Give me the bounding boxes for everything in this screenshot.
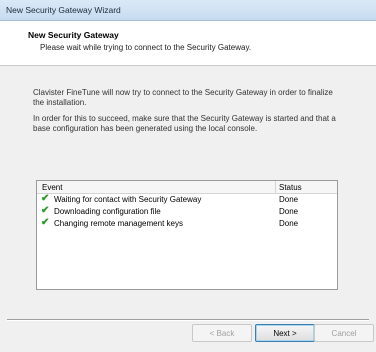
column-header-event[interactable]: Event xyxy=(42,183,62,192)
column-header-status[interactable]: Status xyxy=(279,183,302,192)
next-button[interactable]: Next > xyxy=(255,324,315,342)
back-button[interactable]: < Back xyxy=(192,324,252,342)
event-list[interactable]: Event Status ✔ Waiting for contact with … xyxy=(36,180,338,290)
button-divider xyxy=(7,319,369,321)
check-icon: ✔ xyxy=(41,217,50,228)
status-text: Done xyxy=(279,219,299,228)
status-text: Done xyxy=(279,207,299,216)
status-text: Done xyxy=(279,195,299,204)
event-text: Downloading configuration file xyxy=(54,207,161,216)
check-icon: ✔ xyxy=(41,205,50,216)
list-item[interactable]: ✔ Downloading configuration file Done xyxy=(37,205,337,217)
list-header: Event Status xyxy=(37,181,337,194)
intro-paragraph: Clavister FineTune will now try to conne… xyxy=(33,88,333,107)
cancel-button[interactable]: Cancel xyxy=(314,324,374,342)
wizard-header: New Security Gateway Please wait while t… xyxy=(0,21,376,66)
list-item[interactable]: ✔ Waiting for contact with Security Gate… xyxy=(37,193,337,205)
event-text: Waiting for contact with Security Gatewa… xyxy=(54,195,202,204)
check-icon: ✔ xyxy=(41,193,50,204)
event-text: Changing remote management keys xyxy=(54,219,183,228)
page-subtitle: Please wait while trying to connect to t… xyxy=(40,43,252,52)
column-separator[interactable] xyxy=(275,181,276,193)
page-title: New Security Gateway xyxy=(28,30,119,40)
instructions-paragraph: In order for this to succeed, make sure … xyxy=(33,114,336,133)
list-item[interactable]: ✔ Changing remote management keys Done xyxy=(37,217,337,229)
window-title: New Security Gateway Wizard xyxy=(6,5,121,15)
wizard-body: Clavister FineTune will now try to conne… xyxy=(0,66,376,352)
window-title-bar: New Security Gateway Wizard xyxy=(0,0,376,21)
